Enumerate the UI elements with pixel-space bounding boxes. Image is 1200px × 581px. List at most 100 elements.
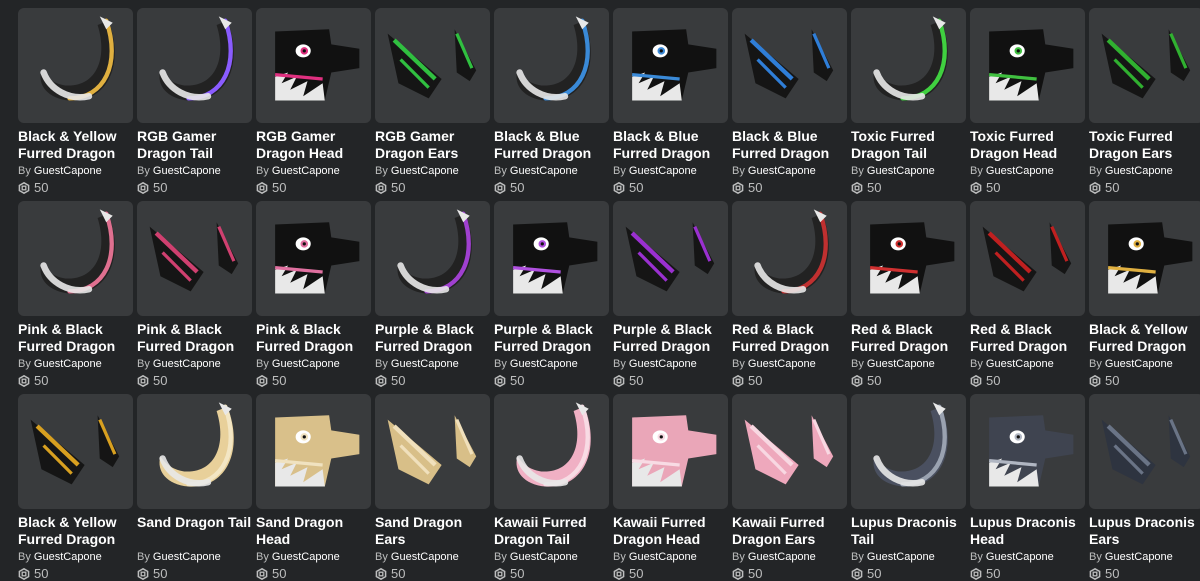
creator-name-link[interactable]: GuestCapone xyxy=(34,358,102,370)
item-thumbnail[interactable] xyxy=(732,8,847,123)
catalog-item-card[interactable]: Black & Blue Furred Dragon By GuestCapon… xyxy=(613,8,728,193)
item-thumbnail[interactable] xyxy=(851,201,966,316)
item-name[interactable]: Purple & Black Furred Dragon xyxy=(613,321,728,355)
item-name[interactable]: Toxic Furred Dragon Head xyxy=(970,128,1085,162)
catalog-item-card[interactable]: Toxic Furred Dragon Head By GuestCapone … xyxy=(970,8,1085,193)
item-thumbnail[interactable] xyxy=(1089,201,1200,316)
item-name[interactable]: Sand Dragon Ears xyxy=(375,514,490,548)
creator-name-link[interactable]: GuestCapone xyxy=(1105,551,1173,563)
item-thumbnail[interactable] xyxy=(1089,8,1200,123)
catalog-item-card[interactable]: Red & Black Furred Dragon By GuestCapone… xyxy=(970,201,1085,386)
creator-name-link[interactable]: GuestCapone xyxy=(34,551,102,563)
creator-name-link[interactable]: GuestCapone xyxy=(391,358,459,370)
creator-name-link[interactable]: GuestCapone xyxy=(629,358,697,370)
creator-name-link[interactable]: GuestCapone xyxy=(510,165,578,177)
catalog-item-card[interactable]: Lupus Draconis Head By GuestCapone 50 xyxy=(970,394,1085,579)
item-name[interactable]: Black & Blue Furred Dragon xyxy=(494,128,609,162)
catalog-item-card[interactable]: Purple & Black Furred Dragon By GuestCap… xyxy=(375,201,490,386)
item-thumbnail[interactable] xyxy=(494,201,609,316)
catalog-item-card[interactable]: Red & Black Furred Dragon By GuestCapone… xyxy=(851,201,966,386)
creator-name-link[interactable]: GuestCapone xyxy=(510,551,578,563)
item-name[interactable]: RGB Gamer Dragon Head xyxy=(256,128,371,162)
creator-name-link[interactable]: GuestCapone xyxy=(272,165,340,177)
item-name[interactable]: Pink & Black Furred Dragon xyxy=(137,321,252,355)
catalog-item-card[interactable]: RGB Gamer Dragon Ears By GuestCapone 50 xyxy=(375,8,490,193)
catalog-item-card[interactable]: Toxic Furred Dragon Ears By GuestCapone … xyxy=(1089,8,1200,193)
item-thumbnail[interactable] xyxy=(970,8,1085,123)
catalog-item-card[interactable]: RGB Gamer Dragon Tail By GuestCapone 50 xyxy=(137,8,252,193)
item-thumbnail[interactable] xyxy=(494,8,609,123)
item-thumbnail[interactable] xyxy=(256,394,371,509)
creator-name-link[interactable]: GuestCapone xyxy=(867,165,935,177)
item-name[interactable]: Kawaii Furred Dragon Ears xyxy=(732,514,847,548)
item-thumbnail[interactable] xyxy=(851,394,966,509)
catalog-item-card[interactable]: Lupus Draconis Ears By GuestCapone 50 xyxy=(1089,394,1200,579)
catalog-item-card[interactable]: Red & Black Furred Dragon By GuestCapone… xyxy=(732,201,847,386)
item-name[interactable]: Purple & Black Furred Dragon xyxy=(494,321,609,355)
creator-name-link[interactable]: GuestCapone xyxy=(272,551,340,563)
item-name[interactable]: Lupus Draconis Head xyxy=(970,514,1085,548)
item-thumbnail[interactable] xyxy=(613,8,728,123)
catalog-item-card[interactable]: Black & Yellow Furred Dragon By GuestCap… xyxy=(1089,201,1200,386)
creator-name-link[interactable]: GuestCapone xyxy=(986,551,1054,563)
catalog-item-card[interactable]: Black & Blue Furred Dragon By GuestCapon… xyxy=(732,8,847,193)
catalog-item-card[interactable]: Kawaii Furred Dragon Tail By GuestCapone… xyxy=(494,394,609,579)
item-name[interactable]: Lupus Draconis Ears xyxy=(1089,514,1200,548)
item-thumbnail[interactable] xyxy=(1089,394,1200,509)
item-thumbnail[interactable] xyxy=(137,201,252,316)
item-thumbnail[interactable] xyxy=(970,394,1085,509)
item-name[interactable]: Black & Yellow Furred Dragon xyxy=(18,514,133,548)
creator-name-link[interactable]: GuestCapone xyxy=(867,551,935,563)
item-name[interactable]: Black & Blue Furred Dragon xyxy=(732,128,847,162)
item-name[interactable]: Black & Blue Furred Dragon xyxy=(613,128,728,162)
item-name[interactable]: Kawaii Furred Dragon Tail xyxy=(494,514,609,548)
item-thumbnail[interactable] xyxy=(18,201,133,316)
creator-name-link[interactable]: GuestCapone xyxy=(1105,358,1173,370)
item-thumbnail[interactable] xyxy=(137,8,252,123)
item-name[interactable]: Lupus Draconis Tail xyxy=(851,514,966,548)
creator-name-link[interactable]: GuestCapone xyxy=(510,358,578,370)
item-thumbnail[interactable] xyxy=(256,201,371,316)
item-name[interactable]: Pink & Black Furred Dragon xyxy=(256,321,371,355)
catalog-item-card[interactable]: RGB Gamer Dragon Head By GuestCapone 50 xyxy=(256,8,371,193)
item-name[interactable]: RGB Gamer Dragon Tail xyxy=(137,128,252,162)
item-thumbnail[interactable] xyxy=(18,394,133,509)
item-name[interactable]: Toxic Furred Dragon Tail xyxy=(851,128,966,162)
creator-name-link[interactable]: GuestCapone xyxy=(391,551,459,563)
item-thumbnail[interactable] xyxy=(137,394,252,509)
item-thumbnail[interactable] xyxy=(494,394,609,509)
item-thumbnail[interactable] xyxy=(970,201,1085,316)
creator-name-link[interactable]: GuestCapone xyxy=(34,165,102,177)
item-name[interactable]: Red & Black Furred Dragon xyxy=(970,321,1085,355)
creator-name-link[interactable]: GuestCapone xyxy=(629,551,697,563)
catalog-item-card[interactable]: Sand Dragon Head By GuestCapone 50 xyxy=(256,394,371,579)
creator-name-link[interactable]: GuestCapone xyxy=(986,165,1054,177)
creator-name-link[interactable]: GuestCapone xyxy=(629,165,697,177)
item-name[interactable]: Sand Dragon Tail xyxy=(137,514,252,548)
catalog-item-card[interactable]: Kawaii Furred Dragon Head By GuestCapone… xyxy=(613,394,728,579)
catalog-item-card[interactable]: Black & Blue Furred Dragon By GuestCapon… xyxy=(494,8,609,193)
catalog-item-card[interactable]: Purple & Black Furred Dragon By GuestCap… xyxy=(613,201,728,386)
creator-name-link[interactable]: GuestCapone xyxy=(1105,165,1173,177)
item-name[interactable]: Purple & Black Furred Dragon xyxy=(375,321,490,355)
catalog-item-card[interactable]: Pink & Black Furred Dragon By GuestCapon… xyxy=(256,201,371,386)
catalog-item-card[interactable]: Toxic Furred Dragon Tail By GuestCapone … xyxy=(851,8,966,193)
item-name[interactable]: Red & Black Furred Dragon xyxy=(732,321,847,355)
creator-name-link[interactable]: GuestCapone xyxy=(153,165,221,177)
item-name[interactable]: Sand Dragon Head xyxy=(256,514,371,548)
creator-name-link[interactable]: GuestCapone xyxy=(391,165,459,177)
catalog-item-card[interactable]: Kawaii Furred Dragon Ears By GuestCapone… xyxy=(732,394,847,579)
item-thumbnail[interactable] xyxy=(375,394,490,509)
creator-name-link[interactable]: GuestCapone xyxy=(867,358,935,370)
creator-name-link[interactable]: GuestCapone xyxy=(153,551,221,563)
item-thumbnail[interactable] xyxy=(256,8,371,123)
catalog-item-card[interactable]: Black & Yellow Furred Dragon By GuestCap… xyxy=(18,394,133,579)
catalog-item-card[interactable]: Pink & Black Furred Dragon By GuestCapon… xyxy=(137,201,252,386)
item-name[interactable]: Black & Yellow Furred Dragon xyxy=(18,128,133,162)
item-name[interactable]: Toxic Furred Dragon Ears xyxy=(1089,128,1200,162)
catalog-item-card[interactable]: Black & Yellow Furred Dragon By GuestCap… xyxy=(18,8,133,193)
item-name[interactable]: Pink & Black Furred Dragon xyxy=(18,321,133,355)
catalog-item-card[interactable]: Pink & Black Furred Dragon By GuestCapon… xyxy=(18,201,133,386)
catalog-item-card[interactable]: Sand Dragon Ears By GuestCapone 50 xyxy=(375,394,490,579)
item-name[interactable]: Red & Black Furred Dragon xyxy=(851,321,966,355)
